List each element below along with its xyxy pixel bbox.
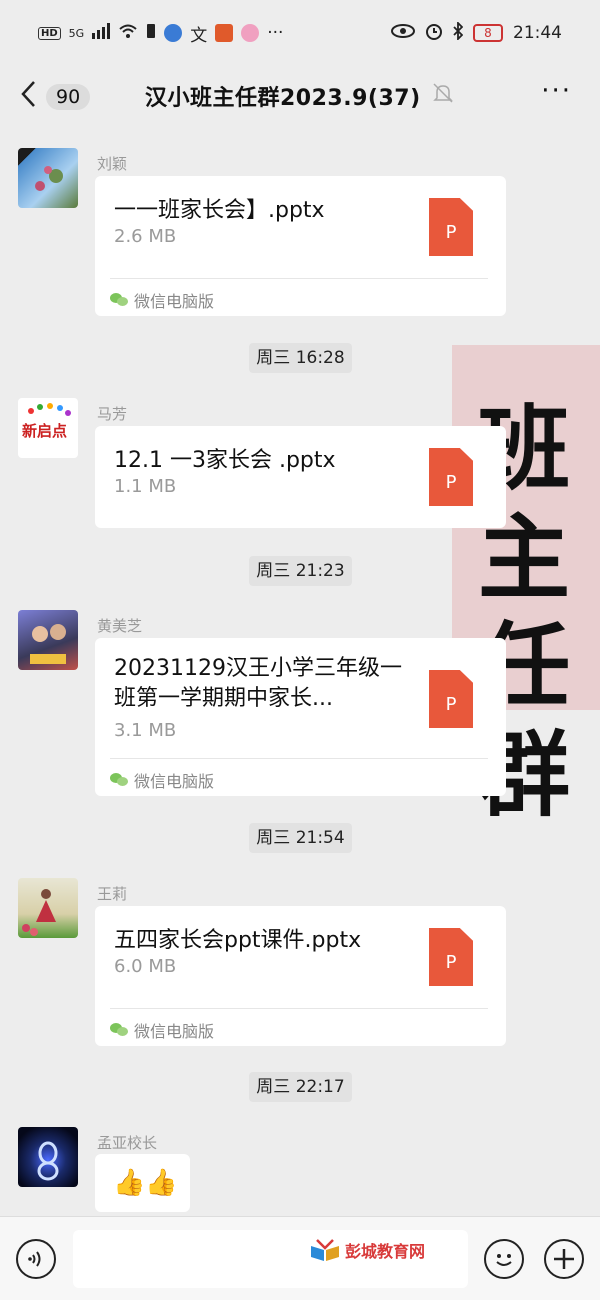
emoji-icon[interactable] bbox=[484, 1239, 524, 1279]
sender-name: 孟亚校长 bbox=[97, 1134, 158, 1152]
avatar-mafang[interactable]: 新启点 bbox=[18, 398, 78, 458]
file-size: 2.6 MB bbox=[114, 226, 177, 247]
watermark-logo: 彭城教育网 bbox=[309, 1238, 425, 1262]
status-bar: HD 5G 文 ··· 8 21:44 bbox=[0, 0, 600, 66]
sender-name: 黄美芝 bbox=[97, 617, 143, 635]
file-name: 五四家长会ppt课件.pptx bbox=[114, 928, 362, 953]
avatar-liuying[interactable] bbox=[18, 148, 78, 208]
pptx-file-icon: P bbox=[429, 448, 473, 506]
time-divider: 周三 21:54 bbox=[249, 823, 352, 853]
thumbs-up-emoji: 👍👍 bbox=[113, 1168, 178, 1198]
bluetooth-icon bbox=[453, 20, 464, 45]
time-divider: 周三 21:23 bbox=[249, 556, 352, 586]
network-label: 5G bbox=[68, 26, 85, 40]
file-size: 6.0 MB bbox=[114, 956, 177, 977]
wifi-icon bbox=[118, 23, 138, 44]
file-size: 1.1 MB bbox=[114, 476, 177, 497]
file-source: 微信电脑版 bbox=[110, 768, 214, 792]
unread-count-badge[interactable]: 90 bbox=[46, 84, 91, 110]
app-notify-icon-2 bbox=[215, 24, 234, 42]
signal-icon bbox=[92, 22, 111, 44]
text-message[interactable]: 👍👍 bbox=[95, 1154, 190, 1212]
plus-icon[interactable] bbox=[544, 1239, 584, 1279]
file-name: 12.1 一3家长会 .pptx bbox=[114, 448, 336, 473]
time-divider: 周三 16:28 bbox=[249, 343, 352, 373]
pptx-file-icon: P bbox=[429, 670, 473, 728]
file-message[interactable]: 12.1 一3家长会 .pptx 1.1 MB P bbox=[95, 426, 506, 528]
chat-title: 汉小班主任群2023.9(37) bbox=[145, 86, 421, 111]
file-message[interactable]: 一一班家长会】.pptx 2.6 MB P 微信电脑版 bbox=[95, 176, 506, 316]
file-name: 20231129汉王小学三年级一班第一学期期中家长... bbox=[114, 656, 402, 711]
file-message[interactable]: 五四家长会ppt课件.pptx 6.0 MB P 微信电脑版 bbox=[95, 906, 506, 1046]
file-message[interactable]: 20231129汉王小学三年级一班第一学期期中家长... 3.1 MB P 微信… bbox=[95, 638, 506, 796]
more-options-icon[interactable]: ··· bbox=[541, 76, 572, 106]
wen-icon: 文 bbox=[190, 25, 208, 46]
input-toolbar: 彭城教育网 bbox=[0, 1216, 600, 1300]
pptx-file-icon: P bbox=[429, 198, 473, 256]
sim-icon bbox=[146, 23, 156, 44]
divider bbox=[110, 278, 488, 279]
avatar-wangli[interactable] bbox=[18, 878, 78, 938]
hd-icon: HD bbox=[38, 26, 61, 40]
wechat-icon bbox=[110, 293, 128, 307]
file-name: 一一班家长会】.pptx bbox=[114, 198, 325, 223]
sender-name: 王莉 bbox=[97, 885, 128, 903]
pptx-file-icon: P bbox=[429, 928, 473, 986]
chevron-left-icon[interactable] bbox=[18, 79, 38, 115]
book-icon bbox=[309, 1238, 341, 1262]
app-notify-icon bbox=[164, 24, 183, 42]
time-divider: 周三 22:17 bbox=[249, 1072, 352, 1102]
sender-name: 马芳 bbox=[97, 405, 128, 423]
voice-icon[interactable] bbox=[16, 1239, 56, 1279]
divider bbox=[110, 1008, 488, 1009]
more-notifications-icon: ··· bbox=[267, 23, 284, 43]
battery-icon: 8 bbox=[473, 24, 503, 42]
file-source: 微信电脑版 bbox=[110, 288, 214, 312]
file-source: 微信电脑版 bbox=[110, 1018, 214, 1042]
chat-header: 90 汉小班主任群2023.9(37) ··· bbox=[0, 66, 600, 128]
message-input[interactable]: 彭城教育网 bbox=[73, 1230, 468, 1288]
bell-off-icon bbox=[432, 82, 454, 109]
eye-icon bbox=[391, 23, 415, 43]
wechat-icon bbox=[110, 1023, 128, 1037]
wechat-icon bbox=[110, 773, 128, 787]
sender-name: 刘颖 bbox=[97, 155, 128, 173]
avatar-mengya[interactable] bbox=[18, 1127, 78, 1187]
alarm-icon bbox=[425, 22, 443, 45]
avatar-text: 新启点 bbox=[22, 422, 68, 440]
avatar-huangmeizhi[interactable] bbox=[18, 610, 78, 670]
clock-time: 21:44 bbox=[513, 23, 562, 43]
app-notify-icon-3 bbox=[241, 24, 260, 42]
divider bbox=[110, 758, 488, 759]
file-size: 3.1 MB bbox=[114, 720, 177, 741]
